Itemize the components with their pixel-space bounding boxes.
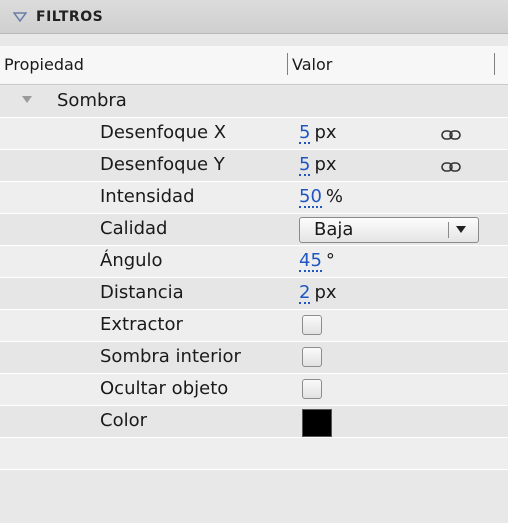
property-label: Sombra interior (100, 346, 241, 367)
property-row-color: Color (0, 406, 508, 438)
property-row-hide-object: Ocultar objeto (0, 374, 508, 406)
blur-x-value[interactable]: 5 px (299, 122, 337, 144)
property-label: Desenfoque Y (100, 154, 225, 175)
blur-x-unit: px (314, 122, 337, 143)
column-divider[interactable] (287, 53, 288, 75)
strength-unit: % (325, 186, 344, 207)
expand-triangle-icon[interactable] (22, 96, 32, 103)
blur-y-unit: px (314, 154, 337, 175)
property-label: Calidad (100, 218, 168, 239)
distance-number[interactable]: 2 (299, 283, 311, 304)
property-label: Ángulo (100, 250, 163, 271)
color-swatch[interactable] (302, 409, 332, 437)
quality-selected-value: Baja (314, 219, 354, 240)
property-label: Color (100, 410, 147, 431)
blur-y-number[interactable]: 5 (299, 155, 311, 176)
knockout-checkbox[interactable] (302, 315, 322, 335)
property-row-quality: Calidad Baja (0, 214, 508, 246)
property-label: Desenfoque X (100, 122, 227, 143)
distance-unit: px (314, 282, 337, 303)
property-row-distance: Distancia 2 px (0, 278, 508, 310)
strength-value[interactable]: 50 % (299, 186, 343, 208)
dropdown-divider (448, 222, 449, 238)
column-header-value: Valor (292, 55, 333, 74)
distance-value[interactable]: 2 px (299, 282, 337, 304)
link-icon[interactable] (441, 158, 461, 172)
angle-number[interactable]: 45 (299, 251, 322, 272)
quality-dropdown[interactable]: Baja (299, 217, 479, 243)
column-header-property: Propiedad (4, 55, 84, 74)
group-label: Sombra (57, 90, 127, 111)
empty-row (0, 438, 508, 470)
column-divider[interactable] (494, 53, 495, 75)
property-row-inner-shadow: Sombra interior (0, 342, 508, 374)
strength-number[interactable]: 50 (299, 187, 322, 208)
property-row-angle: Ángulo 45 ° (0, 246, 508, 278)
angle-unit: ° (325, 250, 335, 271)
panel-header[interactable]: FILTROS (0, 0, 508, 34)
property-row-blur-x: Desenfoque X 5 px (0, 118, 508, 150)
blur-x-number[interactable]: 5 (299, 123, 311, 144)
angle-value[interactable]: 45 ° (299, 250, 335, 272)
filters-panel: FILTROS Propiedad Valor Sombra Desenfoqu… (0, 0, 508, 523)
column-header: Propiedad Valor (0, 46, 508, 85)
panel-title: FILTROS (36, 8, 104, 25)
group-row-shadow[interactable]: Sombra (0, 86, 508, 118)
property-label: Distancia (100, 282, 184, 303)
property-label: Ocultar objeto (100, 378, 229, 399)
collapse-triangle-icon[interactable] (10, 7, 30, 27)
property-row-blur-y: Desenfoque Y 5 px (0, 150, 508, 182)
property-row-knockout: Extractor (0, 310, 508, 342)
hide-object-checkbox[interactable] (302, 379, 322, 399)
property-label: Intensidad (100, 186, 195, 207)
chevron-down-icon[interactable] (456, 226, 466, 233)
property-row-strength: Intensidad 50 % (0, 182, 508, 214)
blur-y-value[interactable]: 5 px (299, 154, 337, 176)
inner-shadow-checkbox[interactable] (302, 347, 322, 367)
link-icon[interactable] (441, 126, 461, 140)
property-label: Extractor (100, 314, 183, 335)
